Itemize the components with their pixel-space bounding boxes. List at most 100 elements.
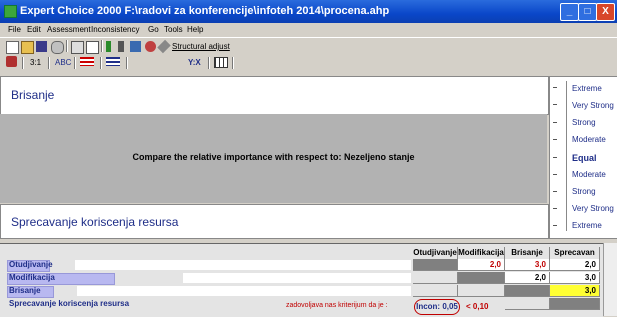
title-bar: Expert Choice 2000 F:\radovi za konferen… bbox=[0, 0, 617, 23]
matrix-row[interactable]: Modifikacija bbox=[7, 272, 413, 285]
structural-adjust-button[interactable]: Structural adjust bbox=[172, 42, 230, 51]
bottom-element-panel[interactable]: Sprecavanje koriscenja resursa bbox=[0, 204, 549, 239]
open-folder-icon[interactable] bbox=[21, 41, 34, 54]
toolbar-separator bbox=[126, 57, 128, 69]
toolbar-separator bbox=[100, 57, 102, 69]
graphical-mode-icon[interactable] bbox=[80, 57, 94, 66]
row-bar-track bbox=[77, 286, 411, 296]
model-view-icon[interactable] bbox=[106, 41, 111, 52]
row-label: Modifikacija bbox=[9, 273, 55, 282]
scale-tick bbox=[553, 157, 557, 158]
attach-icon[interactable] bbox=[51, 41, 64, 54]
inconsistency-threshold: < 0,10 bbox=[466, 302, 489, 311]
row-label: Brisanje bbox=[9, 286, 41, 295]
matrix-cell[interactable]: 2,0 bbox=[505, 272, 550, 284]
row-label: Sprecavanje koriscenja resursa bbox=[9, 299, 130, 308]
verbal-mode-button[interactable]: ABC bbox=[55, 58, 71, 67]
matrix-cell-diagonal bbox=[458, 272, 505, 284]
toolbar-separator bbox=[66, 40, 68, 52]
bottom-element-label: Sprecavanje koriscenja resursa bbox=[11, 215, 179, 229]
toolbar-separator bbox=[101, 40, 103, 52]
scale-tick bbox=[553, 87, 557, 88]
matrix-cell-diagonal bbox=[550, 298, 600, 310]
structural-adjust-icon[interactable] bbox=[157, 39, 171, 54]
scale-label-strong-top[interactable]: Strong bbox=[572, 118, 596, 127]
scale-label-moderate-bottom[interactable]: Moderate bbox=[572, 170, 606, 179]
scale-label-extreme-top[interactable]: Extreme bbox=[572, 84, 602, 93]
menu-tools[interactable]: Tools bbox=[164, 25, 183, 34]
maximize-button[interactable]: □ bbox=[578, 3, 597, 21]
matrix-cell-diagonal bbox=[413, 259, 458, 271]
criterion-note: zadovoljava nas kriterijum da je : bbox=[286, 302, 388, 309]
menu-help[interactable]: Help bbox=[187, 25, 203, 34]
music-note-icon[interactable] bbox=[118, 41, 124, 52]
print-icon[interactable] bbox=[71, 41, 84, 54]
questionnaire-mode-icon[interactable] bbox=[106, 57, 120, 66]
scale-label-strong-bottom[interactable]: Strong bbox=[572, 187, 596, 196]
matrix-view-icon[interactable] bbox=[214, 57, 228, 68]
scale-track bbox=[566, 81, 567, 231]
matrix-row[interactable]: Brisanje bbox=[7, 285, 413, 298]
pairwise-icon[interactable] bbox=[6, 56, 17, 67]
menu-assessment[interactable]: Assessment bbox=[47, 25, 91, 34]
menu-bar: File Edit Assessment Inconsistency Go To… bbox=[0, 23, 617, 37]
scale-label-moderate-top[interactable]: Moderate bbox=[572, 135, 606, 144]
toolbar-separator bbox=[232, 57, 234, 69]
scale-tick bbox=[553, 104, 557, 105]
main-toolbar: Structural adjust bbox=[0, 37, 617, 56]
matrix-cell[interactable]: 3,0 bbox=[505, 259, 550, 271]
scale-label-very-strong-bottom[interactable]: Very Strong bbox=[572, 204, 614, 213]
print-preview-icon[interactable] bbox=[86, 41, 99, 54]
matrix-scrollbar[interactable] bbox=[603, 243, 617, 316]
invert-judgment-button[interactable]: Y:X bbox=[188, 58, 201, 67]
matrix-header-brisanje: Brisanje bbox=[505, 247, 550, 259]
scale-tick bbox=[553, 208, 557, 209]
comparison-toolbar: 3:1 ABC Y:X bbox=[0, 55, 617, 69]
menu-edit[interactable]: Edit bbox=[27, 25, 41, 34]
matrix-header-sprecavan: Sprecavan bbox=[550, 247, 600, 259]
top-element-label: Brisanje bbox=[11, 88, 55, 102]
matrix-cell[interactable]: 3,0 bbox=[550, 272, 600, 284]
minimize-button[interactable]: _ bbox=[560, 3, 579, 21]
new-file-icon[interactable] bbox=[6, 41, 19, 54]
row-bar-track bbox=[183, 273, 411, 283]
scale-tick bbox=[553, 191, 557, 192]
grid-icon[interactable] bbox=[130, 41, 141, 52]
toolbar-separator bbox=[74, 57, 76, 69]
matrix-cell-lower bbox=[413, 285, 458, 297]
matrix-cell-diagonal bbox=[505, 285, 550, 297]
menu-file[interactable]: File bbox=[8, 25, 21, 34]
top-element-panel[interactable]: Brisanje bbox=[0, 76, 549, 115]
window-title: Expert Choice 2000 F:\radovi za konferen… bbox=[20, 5, 390, 17]
numerical-mode-button[interactable]: 3:1 bbox=[30, 58, 41, 67]
matrix-cell[interactable]: 2,0 bbox=[458, 259, 505, 271]
comparison-prompt: Compare the relative importance with res… bbox=[132, 152, 415, 162]
row-label: Otudjivanje bbox=[9, 260, 53, 269]
save-icon[interactable] bbox=[36, 41, 47, 52]
toolbar-separator bbox=[48, 57, 50, 69]
matrix-header-modifikacija: Modifikacija bbox=[458, 247, 505, 259]
scale-label-equal[interactable]: Equal bbox=[572, 153, 597, 163]
matrix-cell-lower bbox=[413, 272, 458, 284]
scale-tick bbox=[553, 174, 557, 175]
matrix-header-otudjivanje: Otudjivanje bbox=[413, 247, 458, 259]
scale-tick bbox=[553, 139, 557, 140]
menu-go[interactable]: Go bbox=[148, 25, 159, 34]
scale-tick bbox=[553, 122, 557, 123]
matrix-cell[interactable]: 2,0 bbox=[550, 259, 600, 271]
matrix-cell-lower bbox=[458, 285, 505, 297]
close-button[interactable]: X bbox=[596, 3, 615, 21]
inconsistency-ratio: Incon: 0,05 bbox=[414, 299, 460, 315]
toolbar-separator bbox=[208, 57, 210, 69]
matrix-cell-lower bbox=[505, 298, 550, 310]
row-bar-track bbox=[75, 260, 411, 270]
color-icon[interactable] bbox=[145, 41, 156, 52]
scale-label-extreme-bottom[interactable]: Extreme bbox=[572, 221, 602, 230]
matrix-row[interactable]: Otudjivanje bbox=[7, 259, 413, 272]
app-icon bbox=[4, 5, 17, 18]
comparison-prompt-panel: Compare the relative importance with res… bbox=[0, 114, 547, 203]
matrix-cell-selected[interactable]: 3,0 bbox=[550, 285, 600, 297]
verbal-scale[interactable]: Extreme Very Strong Strong Moderate Equa… bbox=[549, 76, 617, 239]
scale-label-very-strong-top[interactable]: Very Strong bbox=[572, 101, 614, 110]
menu-inconsistency[interactable]: Inconsistency bbox=[91, 25, 139, 34]
